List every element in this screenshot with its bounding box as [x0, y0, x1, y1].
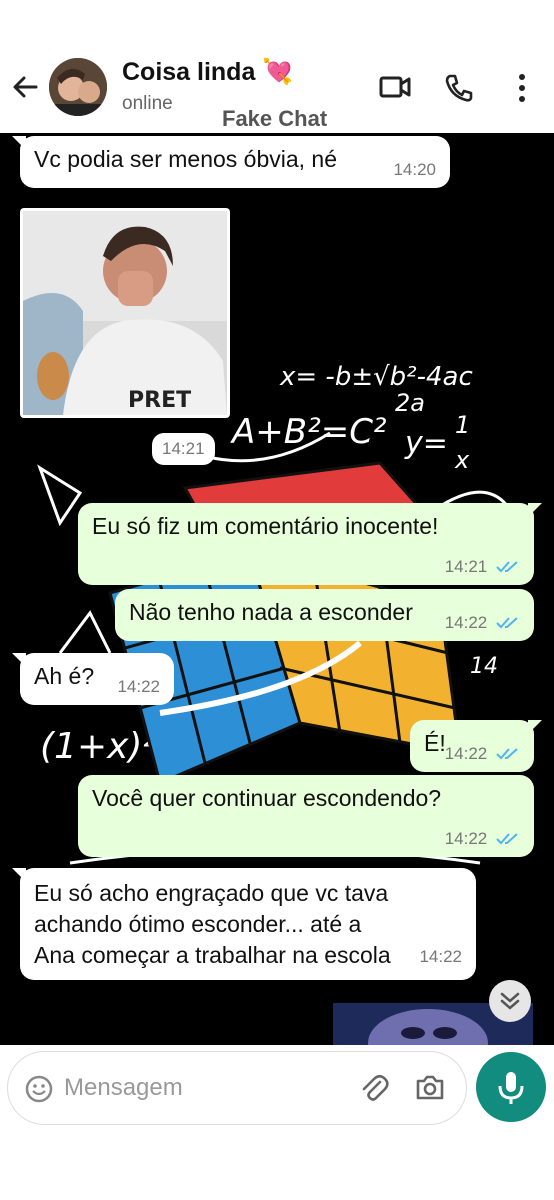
message-text: Ah é? — [34, 663, 95, 689]
message-bubble-outgoing[interactable]: Você quer continuar escondendo? 14:22 — [78, 775, 534, 857]
microphone-icon — [498, 1072, 524, 1104]
more-options-icon[interactable] — [512, 72, 532, 104]
message-bubble-incoming[interactable]: Ah é? 14:22 — [12, 653, 174, 705]
phone-icon[interactable] — [443, 72, 475, 104]
message-text: Você quer continuar escondendo? — [92, 785, 442, 811]
chat-header: Coisa linda 💘 online Fake Chat — [0, 0, 554, 133]
emoji-icon[interactable] — [24, 1074, 54, 1104]
watermark: Fake Chat — [222, 106, 328, 131]
contact-name[interactable]: Coisa linda 💘 — [122, 58, 293, 87]
message-time: 14:22 — [419, 947, 462, 966]
read-receipt-icon — [496, 617, 518, 629]
message-text: Não tenho nada a esconder — [129, 599, 413, 625]
scroll-to-bottom-button[interactable] — [489, 980, 531, 1022]
back-arrow-icon[interactable] — [10, 72, 40, 102]
message-time: 14:22 — [444, 829, 488, 848]
svg-text:14: 14 — [470, 654, 498, 679]
svg-text:y=: y= — [404, 426, 448, 461]
message-time-group: 14:22 — [445, 744, 520, 764]
avatar[interactable] — [49, 58, 107, 116]
double-chevron-down-icon — [500, 992, 520, 1010]
message-time: 14:22 — [117, 677, 160, 696]
message-text: Vc podia ser menos óbvia, né — [34, 146, 338, 172]
message-bubble-outgoing[interactable]: É! 14:22 — [410, 720, 542, 772]
message-text: Eu só fiz um comentário inocente! — [92, 513, 439, 539]
voice-message-button[interactable] — [476, 1052, 546, 1122]
svg-text:(1+x)²: (1+x)² — [40, 726, 157, 767]
message-time: 14:20 — [393, 160, 436, 179]
svg-text:PRET: PRET — [128, 388, 191, 413]
bubble-tail — [528, 503, 542, 517]
photo-thumbnail: PRET — [23, 211, 227, 415]
bubble-tail — [12, 653, 26, 667]
message-time: 14:21 — [444, 557, 488, 576]
message-time-group: 14:22 — [445, 613, 520, 633]
read-receipt-icon — [496, 748, 518, 760]
message-time: 14:22 — [444, 744, 488, 763]
read-receipt-icon — [496, 561, 518, 573]
message-text: Eu só acho engraçado que vc tava achando… — [34, 880, 391, 968]
message-input[interactable]: Mensagem — [64, 1074, 183, 1102]
bubble-tail — [12, 136, 26, 150]
bubble-tail — [12, 868, 26, 882]
message-composer[interactable]: Mensagem — [8, 1052, 466, 1124]
camera-icon[interactable] — [414, 1072, 446, 1104]
bubble-tail — [528, 720, 542, 734]
message-time: 14:21 — [152, 433, 215, 465]
system-navigation-area — [0, 1132, 554, 1200]
read-receipt-icon — [496, 833, 518, 845]
svg-text:x: x — [454, 446, 470, 474]
svg-text:x= -b±√b²-4ac: x= -b±√b²-4ac — [279, 362, 473, 392]
svg-text:2a: 2a — [395, 389, 425, 417]
message-time: 14:22 — [444, 613, 488, 632]
message-bubble-incoming[interactable]: Eu só acho engraçado que vc tava achando… — [12, 868, 476, 980]
contact-status: online — [122, 93, 173, 114]
video-call-icon[interactable] — [378, 72, 412, 102]
message-bubble-outgoing[interactable]: Eu só fiz um comentário inocente! 14:21 — [78, 503, 542, 585]
message-bubble-outgoing[interactable]: Não tenho nada a esconder 14:22 — [115, 589, 534, 641]
message-bubble-incoming[interactable]: Vc podia ser menos óbvia, né 14:20 — [12, 136, 450, 188]
image-message[interactable]: PRET — [20, 208, 230, 418]
svg-text:1: 1 — [455, 411, 470, 439]
attach-icon[interactable] — [358, 1072, 390, 1104]
message-text: É! — [424, 730, 446, 756]
message-time-group: 14:22 — [445, 829, 520, 849]
message-time-group: 14:21 — [445, 557, 520, 577]
chat-area[interactable]: x= -b±√b²-4ac 2a A+B²=C² y= 1 x (1+x)² 1… — [0, 133, 554, 1045]
